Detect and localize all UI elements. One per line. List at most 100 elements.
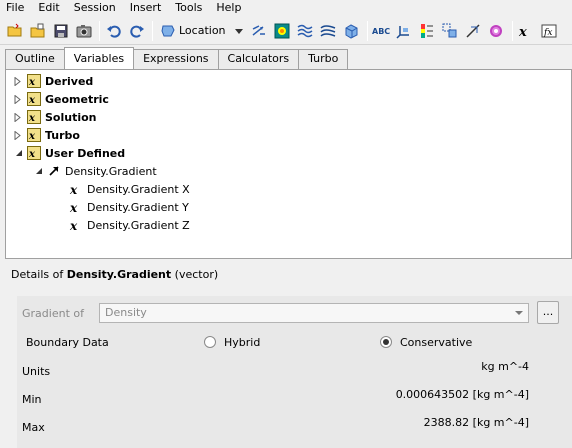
- redo-icon[interactable]: [126, 20, 147, 42]
- svg-text:x: x: [28, 95, 36, 106]
- variable-folder-icon: x: [27, 146, 41, 160]
- tree-item-density-gradient[interactable]: Density.Gradient: [33, 162, 157, 180]
- save-icon[interactable]: [50, 20, 71, 42]
- flow-icon[interactable]: [318, 20, 339, 42]
- chevron-down-icon: [515, 311, 523, 315]
- tab-outline[interactable]: Outline: [5, 49, 65, 69]
- hybrid-label[interactable]: Hybrid: [224, 336, 260, 349]
- min-label: Min: [22, 393, 42, 406]
- variable-folder-icon: x: [27, 110, 41, 124]
- expand-arrow-icon[interactable]: [13, 76, 23, 86]
- gradient-of-value: Density: [105, 306, 147, 319]
- variable-folder-icon: x: [27, 128, 41, 142]
- expand-arrow-icon[interactable]: [13, 94, 23, 104]
- chevron-down-icon: [234, 28, 243, 34]
- tab-bar: Outline Variables Expressions Calculator…: [5, 47, 349, 69]
- max-value: 2388.82 [kg m^-4]: [423, 416, 529, 429]
- variable-icon[interactable]: x: [516, 20, 537, 42]
- tree-item-density-gradient-x[interactable]: x Density.Gradient X: [69, 180, 190, 198]
- variables-tree: x Derived x Geometric x Solution x Turbo…: [5, 69, 572, 259]
- tree-item-solution[interactable]: x Solution: [13, 108, 97, 126]
- expression-icon[interactable]: fx: [539, 20, 560, 42]
- browse-button[interactable]: ...: [537, 301, 559, 324]
- tree-item-turbo[interactable]: x Turbo: [13, 126, 80, 144]
- min-value: 0.000643502 [kg m^-4]: [395, 388, 529, 401]
- vector-icon[interactable]: [249, 20, 270, 42]
- menu-session[interactable]: Session: [67, 0, 123, 16]
- details-panel: Gradient of Density ... Boundary Data Hy…: [17, 296, 572, 448]
- tree-item-label: Density.Gradient X: [87, 182, 190, 196]
- tree-item-label: Solution: [45, 110, 97, 124]
- tree-item-derived[interactable]: x Derived: [13, 72, 93, 90]
- tree-item-label: Density.Gradient Y: [87, 200, 189, 214]
- gradient-of-label: Gradient of: [22, 307, 84, 320]
- gradient-of-select[interactable]: Density: [99, 303, 529, 323]
- volume-icon[interactable]: [341, 20, 362, 42]
- expand-arrow-icon[interactable]: [13, 112, 23, 122]
- conservative-radio[interactable]: [380, 336, 392, 348]
- details-suffix: (vector): [171, 268, 219, 281]
- details-heading: Details of Density.Gradient (vector): [11, 268, 218, 281]
- svg-text:x: x: [28, 113, 36, 124]
- variable-folder-icon: x: [27, 74, 41, 88]
- toolbar-separator: [152, 20, 153, 41]
- scalar-variable-icon: x: [69, 201, 78, 214]
- menu-file[interactable]: File: [0, 0, 31, 16]
- details-prefix: Details of: [11, 268, 67, 281]
- variable-folder-icon: x: [27, 92, 41, 106]
- menu-edit[interactable]: Edit: [31, 0, 66, 16]
- menu-tools[interactable]: Tools: [168, 0, 209, 16]
- location-button[interactable]: Location: [156, 20, 247, 42]
- svg-text:x: x: [69, 183, 78, 196]
- tree-item-label: Density.Gradient: [65, 164, 157, 178]
- scalar-variable-icon: x: [69, 219, 78, 232]
- tree-item-label: User Defined: [45, 146, 126, 160]
- undo-icon[interactable]: [103, 20, 124, 42]
- toolbar-separator: [99, 20, 100, 41]
- open-file-icon[interactable]: [27, 20, 48, 42]
- tree-item-geometric[interactable]: x Geometric: [13, 90, 109, 108]
- instance-transform-icon[interactable]: [440, 20, 461, 42]
- conservative-label[interactable]: Conservative: [400, 336, 472, 349]
- tree-item-label: Derived: [45, 74, 94, 88]
- color-map-icon[interactable]: [486, 20, 507, 42]
- svg-text:x: x: [69, 201, 78, 214]
- location-icon: [161, 25, 175, 36]
- menu-help[interactable]: Help: [209, 0, 248, 16]
- tab-variables[interactable]: Variables: [63, 47, 135, 69]
- tree-item-label: Geometric: [45, 92, 109, 106]
- menu-bar: File Edit Session Insert Tools Help: [0, 0, 572, 16]
- contour-icon[interactable]: [272, 20, 293, 42]
- tab-turbo[interactable]: Turbo: [298, 49, 349, 69]
- coordinate-frame-icon[interactable]: [394, 20, 415, 42]
- svg-text:x: x: [518, 25, 527, 39]
- tab-expressions[interactable]: Expressions: [133, 49, 219, 69]
- svg-text:x: x: [28, 131, 36, 142]
- clip-plane-icon[interactable]: [463, 20, 484, 42]
- max-label: Max: [22, 421, 45, 434]
- units-label: Units: [22, 365, 51, 378]
- hybrid-radio[interactable]: [204, 336, 216, 348]
- tree-item-density-gradient-z[interactable]: x Density.Gradient Z: [69, 216, 190, 234]
- tab-calculators[interactable]: Calculators: [217, 49, 300, 69]
- tree-item-user-defined[interactable]: x User Defined: [13, 144, 125, 162]
- svg-text:x: x: [28, 149, 36, 160]
- scalar-variable-icon: x: [69, 183, 78, 196]
- collapse-arrow-icon[interactable]: [33, 166, 43, 176]
- screenshot-icon[interactable]: [73, 20, 94, 42]
- tree-item-density-gradient-y[interactable]: x Density.Gradient Y: [69, 198, 189, 216]
- svg-text:fx: fx: [543, 28, 552, 38]
- streamline-icon[interactable]: [295, 20, 316, 42]
- location-label: Location: [179, 24, 226, 37]
- menu-insert[interactable]: Insert: [123, 0, 169, 16]
- toolbar-separator: [366, 20, 368, 41]
- open-folder-icon[interactable]: [4, 20, 25, 42]
- collapse-arrow-icon[interactable]: [13, 148, 23, 158]
- toolbar-separator: [511, 20, 513, 41]
- text-icon[interactable]: ABC: [371, 20, 392, 42]
- expand-arrow-icon[interactable]: [13, 130, 23, 140]
- toolbar: Location ABC x fx: [0, 17, 572, 45]
- units-value: kg m^-4: [481, 360, 529, 373]
- details-variable-name: Density.Gradient: [66, 268, 172, 281]
- legend-icon[interactable]: [417, 20, 438, 42]
